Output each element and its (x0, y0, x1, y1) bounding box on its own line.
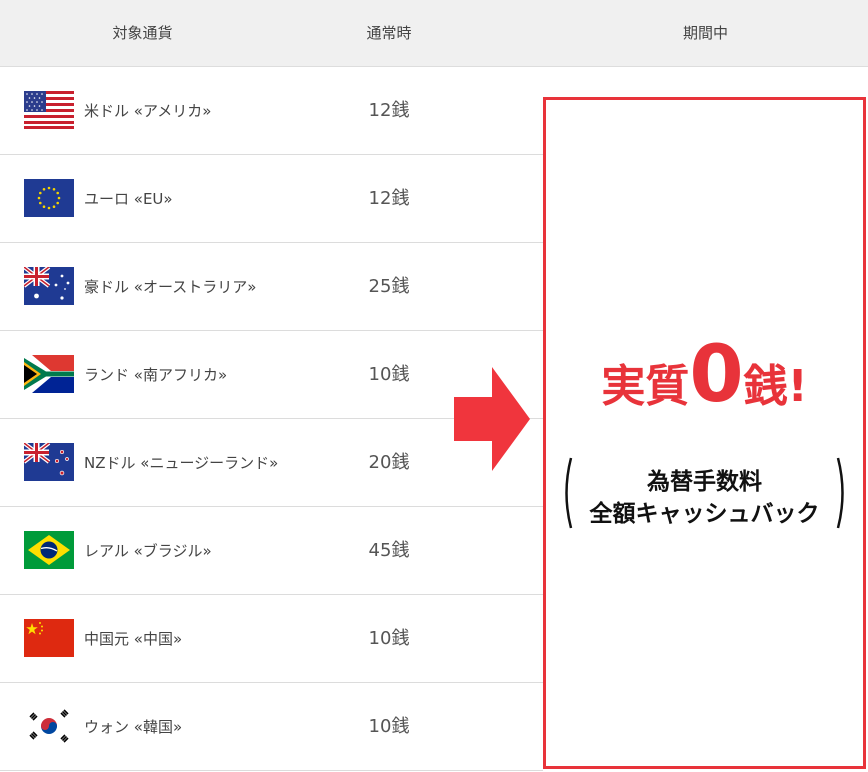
table-row: レアル «ブラジル» 45銭 (0, 507, 543, 595)
table-row: 豪ドル «オーストラリア» 25銭 (0, 243, 543, 331)
normal-fee: 12銭 (368, 188, 410, 209)
promo-exclaim: ! (787, 361, 808, 412)
promo-subtext: 為替手数料 全額キャッシュバック (560, 456, 849, 530)
normal-fee: 25銭 (368, 276, 410, 297)
eu-flag-icon (24, 179, 74, 217)
right-arrow-icon (454, 367, 530, 471)
table-header: 対象通貨 通常時 期間中 (0, 0, 868, 67)
currency-name: NZドル «ニュージーランド» (84, 454, 279, 472)
normal-fee: 45銭 (368, 540, 410, 561)
table-row: 中国元 «中国» 10銭 (0, 595, 543, 683)
korea-flag-icon (24, 707, 74, 745)
normal-fee: 10銭 (368, 716, 410, 737)
header-currency: 対象通貨 (112, 24, 173, 42)
promo-zero: 0 (689, 330, 744, 420)
cashback-promo-box: 実質0銭! 為替手数料 全額キャッシュバック (543, 97, 866, 769)
promo-headline: 実質0銭! (546, 336, 863, 414)
promo-part1: 実質 (601, 361, 690, 412)
normal-fee: 10銭 (368, 628, 410, 649)
us-flag-icon (24, 91, 74, 129)
currency-name: 豪ドル «オーストラリア» (84, 278, 257, 296)
header-normal: 通常時 (366, 24, 412, 42)
new-zealand-flag-icon (24, 443, 74, 481)
currency-name: 米ドル «アメリカ» (84, 102, 212, 120)
table-row: ユーロ «EU» 12銭 (0, 155, 543, 243)
table-row: ウォン «韓国» 10銭 (0, 683, 543, 771)
header-period: 期間中 (682, 24, 728, 42)
currency-name: 中国元 «中国» (84, 630, 183, 648)
australia-flag-icon (24, 267, 74, 305)
china-flag-icon (24, 619, 74, 657)
currency-name: ユーロ «EU» (84, 190, 173, 208)
currency-name: ウォン «韓国» (84, 718, 183, 736)
promo-sub-line2: 全額キャッシュバック (589, 501, 820, 527)
table-row: 米ドル «アメリカ» 12銭 (0, 67, 543, 155)
currency-name: レアル «ブラジル» (84, 542, 212, 560)
promo-part3: 銭 (743, 361, 788, 412)
south-africa-flag-icon (24, 355, 74, 393)
brazil-flag-icon (24, 531, 74, 569)
promo-sub-line1: 為替手数料 (647, 469, 762, 495)
normal-fee: 12銭 (368, 100, 410, 121)
currency-name: ランド «南アフリカ» (84, 366, 228, 384)
